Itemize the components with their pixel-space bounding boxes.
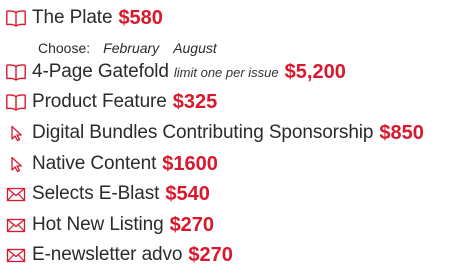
issue-chooser: Choose: February August [38, 38, 217, 58]
choose-option-february[interactable]: February [103, 40, 159, 56]
ad-option-selects-e-blast[interactable]: Selects E-Blast $540 [5, 181, 210, 207]
option-price: $325 [172, 90, 218, 113]
envelope-icon [5, 245, 27, 265]
ad-option-4-page-gatefold[interactable]: 4-Page Gatefold limit one per issue $5,2… [5, 59, 346, 85]
option-price: $1600 [162, 152, 218, 175]
option-label: E-newsletter advo [32, 244, 183, 265]
cursor-arrow-icon [5, 154, 27, 174]
ad-option-product-feature[interactable]: Product Feature $325 [5, 89, 217, 115]
option-label: Hot New Listing [32, 214, 164, 235]
ad-option-the-plate[interactable]: The Plate $580 [5, 5, 163, 31]
option-price: $270 [188, 243, 233, 266]
choose-option-august[interactable]: August [173, 40, 217, 56]
choose-label: Choose: [38, 40, 91, 56]
option-price: $580 [118, 6, 163, 29]
option-label: Digital Bundles Contributing Sponsorship [32, 122, 374, 143]
option-price: $850 [379, 121, 424, 144]
option-label: Native Content [32, 153, 157, 174]
ad-option-hot-new-listing[interactable]: Hot New Listing $270 [5, 212, 214, 238]
option-note: limit one per issue [173, 64, 279, 80]
open-book-icon [5, 62, 27, 82]
open-book-icon [5, 8, 27, 28]
option-label: 4-Page Gatefold [32, 61, 169, 82]
envelope-icon [5, 215, 27, 235]
option-price: $270 [169, 213, 215, 236]
envelope-icon [5, 184, 27, 204]
open-book-icon [5, 92, 27, 112]
option-price: $5,200 [284, 60, 346, 83]
ad-option-e-newsletter-advo[interactable]: E-newsletter advo $270 [5, 242, 233, 268]
ad-option-native-content[interactable]: Native Content $1600 [5, 151, 218, 177]
ad-option-digital-bundles-sponsorship[interactable]: Digital Bundles Contributing Sponsorship… [5, 120, 424, 146]
option-label: The Plate [32, 7, 113, 28]
option-label: Product Feature [32, 91, 167, 112]
option-price: $540 [165, 182, 210, 205]
cursor-arrow-icon [5, 123, 27, 143]
option-label: Selects E-Blast [32, 183, 160, 204]
